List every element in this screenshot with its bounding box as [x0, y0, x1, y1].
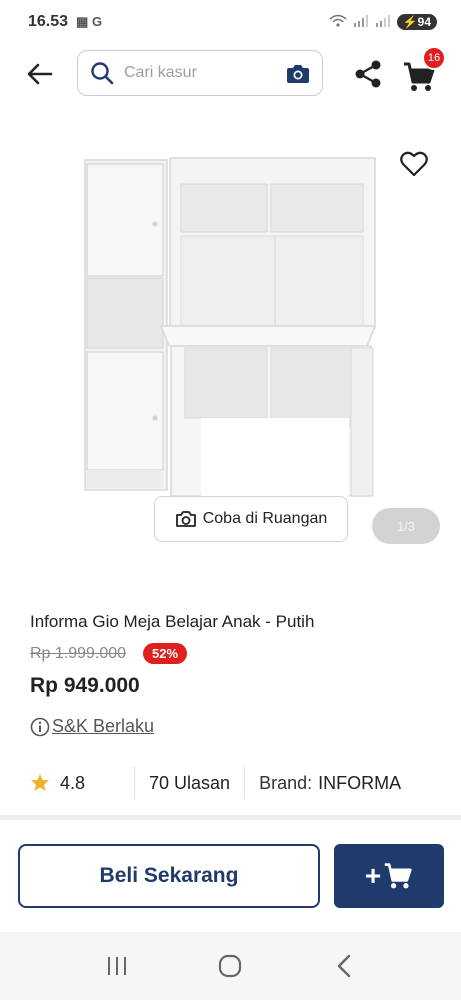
- heart-icon: [400, 151, 428, 177]
- meta-divider: [134, 767, 135, 799]
- add-to-cart-plus: +: [364, 860, 382, 891]
- product-price: Rp 949.000: [30, 674, 140, 697]
- status-time: 16.53: [28, 13, 69, 30]
- add-to-cart-button[interactable]: +: [334, 844, 444, 908]
- home-button[interactable]: [210, 946, 250, 986]
- battery-indicator: ⚡94: [396, 14, 437, 30]
- home-icon: [219, 954, 242, 978]
- try-in-room-label: Coba di Ruangan: [202, 510, 328, 527]
- reviews-count[interactable]: 70 Ulasan: [149, 773, 230, 794]
- buy-now-label: Beli Sekarang: [99, 864, 239, 887]
- search-box[interactable]: [77, 50, 323, 96]
- back-arrow-icon: [27, 63, 53, 85]
- product-title: Informa Gio Meja Belajar Anak - Putih: [30, 612, 315, 631]
- recents-button[interactable]: [97, 946, 137, 986]
- wifi-icon: [329, 14, 347, 31]
- info-icon: [30, 717, 50, 736]
- bottom-action-bar: Beli Sekarang +: [0, 826, 461, 930]
- brand-value[interactable]: INFORMA: [318, 773, 401, 794]
- notification-icons: ▦ G: [76, 14, 103, 29]
- cart-count-badge: 16: [422, 46, 446, 70]
- product-meta-row: 4.8 70 Ulasan Brand: INFORMA: [30, 765, 440, 801]
- rating-value: 4.8: [60, 772, 86, 793]
- brand-label: Brand:: [259, 772, 313, 793]
- search-input[interactable]: [124, 64, 264, 82]
- camera-search-button[interactable]: [286, 62, 310, 89]
- search-icon: [91, 62, 114, 85]
- share-button[interactable]: [350, 56, 386, 92]
- cart-icon: [384, 863, 412, 889]
- image-pager: 1/3: [372, 508, 440, 544]
- camera-icon: [287, 65, 309, 83]
- cart-button[interactable]: 16: [400, 46, 446, 94]
- top-bar: 16: [0, 46, 461, 100]
- status-bar: 16.53 ▦ G ⚡94: [0, 0, 461, 44]
- discount-badge: 52%: [143, 643, 188, 664]
- back-nav-button[interactable]: [324, 946, 364, 986]
- section-separator: [0, 815, 461, 820]
- share-icon: [355, 60, 381, 88]
- system-nav-bar: [0, 932, 461, 1000]
- buy-now-button[interactable]: Beli Sekarang: [18, 844, 320, 908]
- meta-divider: [244, 767, 246, 799]
- original-price: Rp 1.999.000: [30, 645, 127, 662]
- star-icon: [31, 774, 49, 791]
- desk-illustration: [84, 157, 377, 498]
- back-nav-icon: [337, 954, 351, 978]
- back-button[interactable]: [22, 56, 58, 92]
- product-image[interactable]: [75, 150, 385, 500]
- terms-label: S&K Berlaku: [52, 716, 155, 736]
- signal-icon-2: [375, 14, 391, 30]
- try-in-room-button[interactable]: Coba di Ruangan: [154, 496, 348, 542]
- recents-icon: [107, 957, 126, 975]
- terms-link[interactable]: S&K Berlaku: [30, 716, 154, 737]
- signal-icon: [353, 14, 369, 30]
- rating[interactable]: 4.8: [30, 773, 120, 794]
- camera-outline-icon: [175, 511, 196, 527]
- wishlist-button[interactable]: [396, 146, 432, 182]
